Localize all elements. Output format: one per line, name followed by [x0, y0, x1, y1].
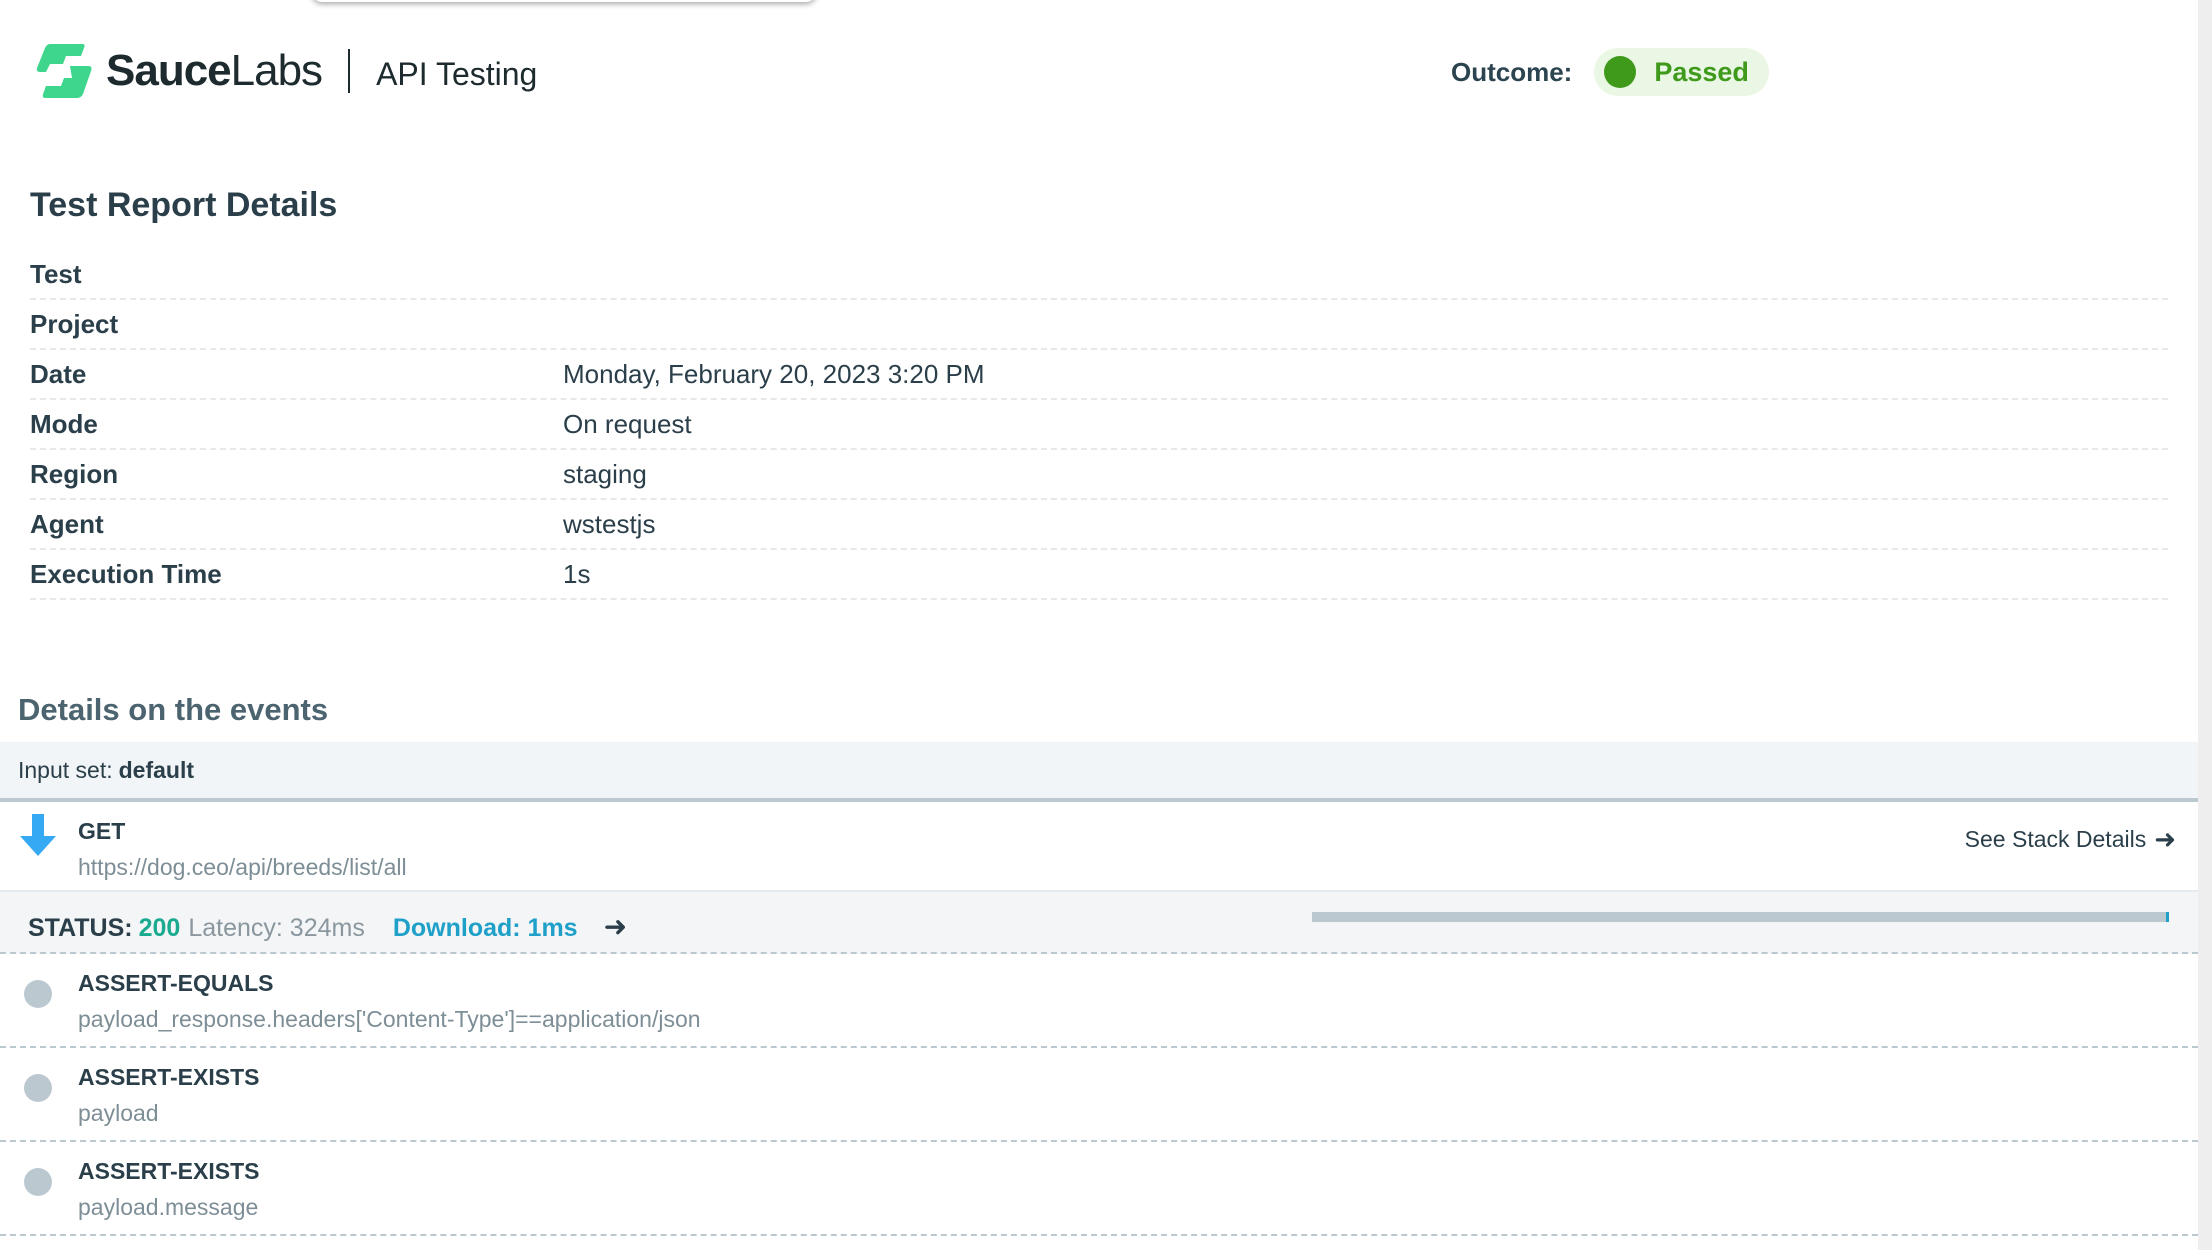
assertion-expression: payload_response.headers['Content-Type']… [78, 1006, 701, 1032]
detail-key: Mode [30, 408, 98, 439]
assertion-type: ASSERT-EXISTS [78, 1158, 260, 1184]
detail-row-test: Test [30, 250, 2168, 300]
status-code: 200 [138, 914, 181, 942]
timing-bar-download [2166, 912, 2169, 922]
outcome-badge: Passed [1594, 48, 1769, 96]
status-summary: STATUS: 200 Latency: 324ms Download: 1ms… [28, 910, 627, 943]
assertion-expression: payload.message [78, 1194, 259, 1220]
saucelabs-logo-icon [36, 44, 92, 98]
detail-key: Date [30, 358, 87, 389]
detail-value: staging [563, 458, 647, 489]
assertion-status-icon [24, 1074, 52, 1102]
assertion-expression: payload [78, 1100, 159, 1126]
arrow-down-icon [20, 814, 56, 856]
product-name: API Testing [376, 56, 538, 92]
header: SauceLabs API Testing Outcome: Passed [0, 0, 2198, 120]
brand-name: SauceLabs [106, 46, 323, 95]
outcome: Outcome: Passed [1451, 48, 1769, 96]
detail-value: On request [563, 408, 692, 439]
report-title: Test Report Details [30, 186, 338, 224]
response-status-row: STATUS: 200 Latency: 324ms Download: 1ms… [0, 892, 2198, 954]
outcome-label: Outcome: [1451, 56, 1573, 87]
arrow-right-icon: ➜ [2154, 824, 2176, 854]
detail-key: Project [30, 308, 119, 339]
detail-key: Execution Time [30, 558, 222, 589]
detail-key: Test [30, 258, 82, 289]
brand-name-light: Labs [230, 46, 323, 95]
detail-key: Agent [30, 508, 104, 539]
assertion-item[interactable]: ASSERT-EXISTS payload [0, 1048, 2198, 1142]
brand-name-bold: Sauce [106, 46, 232, 95]
detail-value: Monday, February 20, 2023 3:20 PM [563, 358, 985, 389]
see-stack-details-link[interactable]: See Stack Details ➜ [1965, 824, 2176, 855]
passed-status-icon [1604, 56, 1637, 88]
assertion-item[interactable]: ASSERT-EQUALS payload_response.headers['… [0, 954, 2198, 1048]
input-set-label: Input set: [18, 756, 113, 783]
detail-row-date: Date Monday, February 20, 2023 3:20 PM [30, 350, 2168, 400]
assertion-status-icon [24, 980, 52, 1008]
outcome-value: Passed [1654, 56, 1749, 87]
assertion-type: ASSERT-EXISTS [78, 1064, 260, 1090]
detail-value: wstestjs [563, 508, 656, 539]
detail-row-execution-time: Execution Time 1s [30, 550, 2168, 600]
detail-row-agent: Agent wstestjs [30, 500, 2168, 550]
status-label: STATUS: [28, 914, 133, 942]
report-details-table: Test Project Date Monday, February 20, 2… [30, 250, 2168, 600]
input-set-value: default [118, 756, 195, 783]
see-stack-details-label: See Stack Details [1964, 826, 2147, 852]
detail-row-mode: Mode On request [30, 400, 2168, 450]
events-title: Details on the events [18, 692, 329, 727]
arrow-right-icon[interactable]: ➜ [604, 910, 627, 943]
assertion-status-icon [24, 1168, 52, 1196]
timing-bar-latency [1312, 912, 2169, 922]
request-event[interactable]: GET https://dog.ceo/api/breeds/list/all … [0, 802, 2198, 892]
saucelabs-logo: SauceLabs API Testing [36, 42, 537, 100]
detail-row-project: Project [30, 300, 2168, 350]
assertion-item[interactable]: ASSERT-EXISTS payload.message [0, 1142, 2198, 1236]
latency: Latency: 324ms [188, 914, 365, 942]
events-list: Input set: default GET https://dog.ceo/a… [0, 742, 2198, 1236]
input-set-header: Input set: default [0, 742, 2198, 802]
logo-divider [348, 49, 351, 93]
detail-value: 1s [563, 558, 591, 589]
assertion-type: ASSERT-EQUALS [78, 970, 274, 996]
download-time: Download: 1ms [392, 914, 578, 942]
detail-key: Region [30, 458, 119, 489]
request-url: https://dog.ceo/api/breeds/list/all [78, 854, 407, 880]
scrollbar-track[interactable] [2198, 0, 2212, 1250]
detail-row-region: Region staging [30, 450, 2168, 500]
request-method: GET [78, 818, 126, 844]
